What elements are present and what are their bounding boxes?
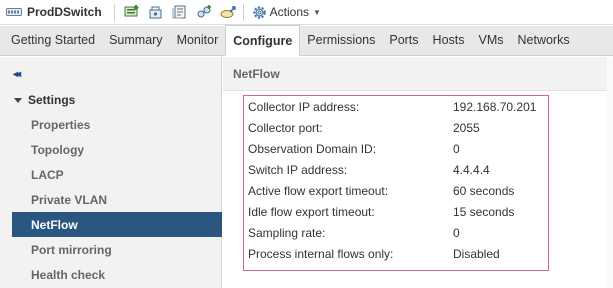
property-label: Observation Domain ID:	[248, 141, 377, 156]
property-value: 15 seconds	[453, 204, 515, 219]
tab-getting-started[interactable]: Getting Started	[4, 25, 102, 55]
export-config-icon[interactable]	[217, 0, 239, 25]
gear-icon	[252, 5, 267, 20]
nav-item-properties[interactable]: Properties	[12, 112, 222, 137]
object-title: ProdDSwitch	[0, 0, 110, 25]
property-label: Idle flow export timeout:	[248, 204, 375, 219]
vertical-scrollbar[interactable]	[607, 57, 613, 288]
property-row: Switch IP address: 4.4.4.4	[248, 159, 548, 180]
tab-permissions[interactable]: Permissions	[300, 25, 382, 55]
tab-hosts[interactable]: Hosts	[426, 25, 472, 55]
property-value: 0	[453, 141, 460, 156]
property-label: Collector IP address:	[248, 99, 360, 114]
nav-item-health-check[interactable]: Health check	[12, 262, 222, 287]
object-title-label: ProdDSwitch	[27, 5, 102, 19]
expand-triangle-icon	[14, 97, 22, 103]
tab-ports[interactable]: Ports	[382, 25, 425, 55]
object-toolbar: ProdDSwitch Actions ▼	[0, 0, 613, 25]
panel-title: NetFlow	[223, 57, 613, 91]
property-row: Observation Domain ID: 0	[248, 138, 548, 159]
toolbar-separator	[113, 3, 115, 21]
property-row: Active flow export timeout: 60 seconds	[248, 180, 548, 201]
property-value: 2055	[453, 120, 480, 135]
property-row: Sampling rate: 0	[248, 222, 548, 243]
property-value: 0	[453, 225, 460, 240]
manage-port-groups-icon[interactable]	[169, 0, 191, 25]
nav-item-lacp[interactable]: LACP	[12, 162, 222, 187]
actions-menu-button[interactable]: Actions ▼	[252, 0, 321, 25]
property-value: Disabled	[453, 246, 500, 261]
tab-vms[interactable]: VMs	[472, 25, 511, 55]
tab-monitor[interactable]: Monitor	[170, 25, 226, 55]
property-label: Active flow export timeout:	[248, 183, 389, 198]
property-value: 192.168.70.201	[453, 99, 537, 114]
property-row: Collector port: 2055	[248, 117, 548, 138]
property-label: Process internal flows only:	[248, 246, 394, 261]
tab-configure[interactable]: Configure	[225, 25, 301, 56]
property-value: 4.4.4.4	[453, 162, 490, 177]
settings-section-header[interactable]: Settings	[14, 93, 75, 107]
settings-navigation: ◂◂ Settings Properties Topology LACP Pri…	[0, 57, 222, 288]
netflow-properties-box: Collector IP address: 192.168.70.201 Col…	[243, 95, 549, 271]
nav-item-private-vlan[interactable]: Private VLAN	[12, 187, 222, 212]
chevron-down-icon: ▼	[313, 7, 321, 17]
tab-bar: Getting Started Summary Monitor Configur…	[0, 25, 613, 56]
toolbar-separator	[242, 3, 244, 21]
tab-networks[interactable]: Networks	[511, 25, 577, 55]
property-label: Switch IP address:	[248, 162, 348, 177]
property-label: Collector port:	[248, 120, 323, 135]
tab-summary[interactable]: Summary	[102, 25, 169, 55]
property-label: Sampling rate:	[248, 225, 326, 240]
property-value: 60 seconds	[453, 183, 515, 198]
property-row: Idle flow export timeout: 15 seconds	[248, 201, 548, 222]
property-row: Process internal flows only: Disabled	[248, 243, 548, 264]
settings-section-label: Settings	[28, 93, 76, 107]
nav-item-netflow[interactable]: NetFlow	[12, 212, 222, 237]
add-host-icon[interactable]	[121, 0, 143, 25]
new-port-group-icon[interactable]	[193, 0, 215, 25]
actions-label: Actions	[269, 5, 310, 19]
migrate-network-icon[interactable]	[145, 0, 167, 25]
netflow-content-panel: NetFlow Collector IP address: 192.168.70…	[223, 57, 613, 288]
distributed-switch-icon	[6, 6, 22, 18]
nav-item-port-mirroring[interactable]: Port mirroring	[12, 237, 222, 262]
collapse-panel-icon[interactable]: ◂◂	[13, 69, 21, 80]
nav-item-topology[interactable]: Topology	[12, 137, 222, 162]
property-row: Collector IP address: 192.168.70.201	[248, 96, 548, 117]
